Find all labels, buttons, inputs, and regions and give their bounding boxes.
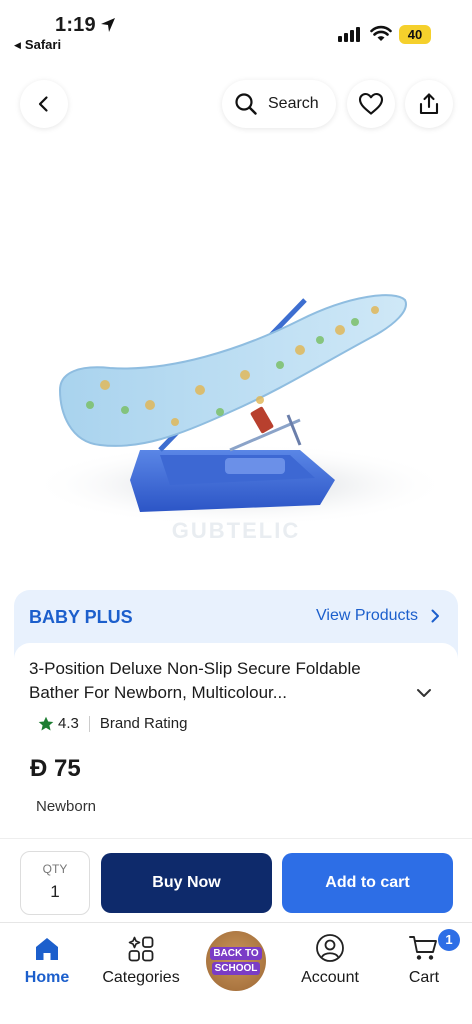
product-image[interactable]: GUBTELIC (0, 150, 472, 580)
tab-cart-label: Cart (408, 969, 440, 986)
tab-categories-label: Categories (102, 969, 180, 986)
purchase-action-bar: QTY 1 Buy Now Add to cart (0, 838, 472, 930)
chevron-left-icon (38, 96, 48, 112)
promo-line2: SCHOOL (211, 962, 261, 975)
brand-name[interactable]: BABY PLUS (29, 607, 133, 628)
add-to-cart-button[interactable]: Add to cart (282, 853, 453, 913)
chevron-right-icon (431, 609, 439, 623)
status-time: 1:19 (55, 14, 96, 36)
search-button[interactable]: Search (222, 80, 336, 128)
back-to-school-promo-button[interactable]: BACK TO SCHOOL (206, 931, 266, 991)
tab-categories[interactable]: Categories (94, 931, 188, 987)
rating-label: Brand Rating (99, 715, 188, 732)
search-icon (235, 93, 257, 115)
tab-home[interactable]: Home (0, 931, 94, 987)
product-title: 3-Position Deluxe Non-Slip Secure Foldab… (29, 659, 361, 702)
location-arrow-icon (101, 18, 115, 32)
price-value: 75 (54, 755, 81, 782)
cart-count-badge: 1 (438, 929, 460, 951)
buy-now-button[interactable]: Buy Now (101, 853, 272, 913)
qty-value: 1 (50, 882, 60, 901)
tab-account[interactable]: Account (283, 931, 377, 987)
back-button[interactable] (20, 80, 68, 128)
chevron-down-icon[interactable] (416, 687, 432, 699)
watermark: GUBTELIC (172, 518, 300, 543)
star-icon (38, 716, 54, 730)
view-products-link[interactable]: View Products (316, 607, 440, 625)
cart-icon (409, 936, 437, 960)
home-icon (36, 938, 58, 960)
wifi-icon (370, 25, 392, 41)
promo-line1: BACK TO (210, 947, 262, 960)
status-bar: 1:19 ◀ Safari 40 (0, 0, 472, 60)
divider (88, 715, 90, 732)
cellular-signal-icon (338, 27, 360, 42)
share-icon (419, 93, 439, 115)
qty-label: QTY (42, 862, 68, 876)
battery-indicator: 40 (399, 25, 431, 44)
account-icon (316, 934, 344, 962)
product-tag: Newborn (36, 798, 97, 815)
search-label: Search (268, 95, 319, 112)
product-info-card: 3-Position Deluxe Non-Slip Secure Foldab… (14, 643, 458, 853)
share-button[interactable] (405, 80, 453, 128)
favorite-button[interactable] (347, 80, 395, 128)
currency-symbol: Đ (30, 755, 48, 782)
view-products-label: View Products (316, 607, 418, 624)
quantity-selector[interactable]: QTY 1 (20, 851, 90, 915)
product-price: Đ 75 (30, 755, 81, 783)
rating-row: 4.3 Brand Rating (38, 715, 187, 732)
tab-home-label: Home (24, 969, 70, 986)
heart-icon (358, 92, 384, 115)
tab-account-label: Account (301, 969, 359, 986)
back-app-label: Safari (24, 37, 62, 52)
back-to-app-link[interactable]: ◀ Safari (14, 37, 61, 52)
categories-icon (128, 936, 154, 962)
rating-value: 4.3 (58, 715, 79, 732)
bottom-tab-bar: Home Categories BACK TO SCHOOL Account C… (0, 922, 472, 1024)
